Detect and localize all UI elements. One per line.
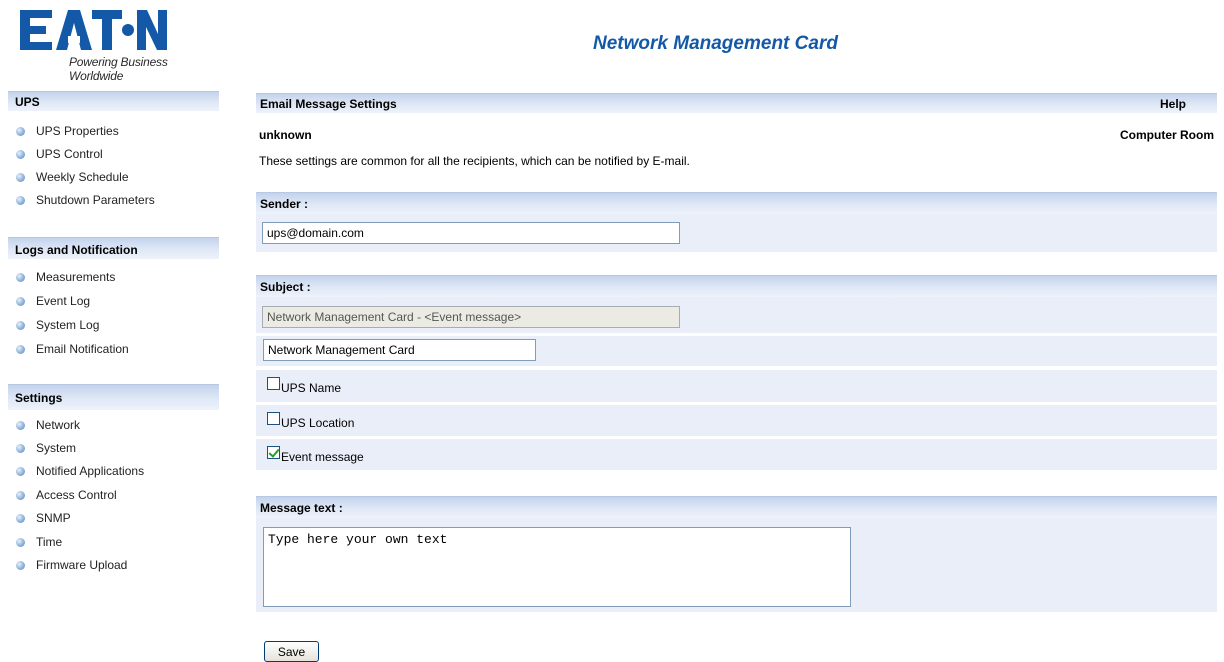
sidebar-item-label: System — [36, 441, 77, 455]
sidebar-item-firmware-upload[interactable]: Firmware Upload — [16, 556, 127, 574]
subject-preview-field — [262, 306, 680, 328]
sidebar-item-label: Weekly Schedule — [36, 170, 129, 184]
save-button[interactable]: Save — [264, 641, 319, 662]
sidebar-item-label: UPS Properties — [36, 124, 119, 138]
ups-name: unknown — [259, 128, 312, 142]
ups-location: Computer Room — [1120, 128, 1214, 142]
sidebar-item-label: Measurements — [36, 270, 116, 284]
subject-option-row — [256, 370, 1217, 402]
sidebar-item-email-notification[interactable]: Email Notification — [16, 340, 129, 358]
bullet-icon — [16, 321, 25, 330]
sidebar-item-measurements[interactable]: Measurements — [16, 268, 115, 286]
section-header: Email Message Settings Help — [256, 93, 1217, 113]
sidebar-section-settings: Settings — [8, 384, 219, 410]
ups-name-checkbox-label: UPS Name — [281, 381, 342, 395]
sidebar-item-label: Time — [36, 535, 63, 549]
message-textarea[interactable]: Type here your own text — [263, 527, 851, 607]
settings-description: These settings are common for all the re… — [259, 154, 690, 168]
sidebar-item-access-control[interactable]: Access Control — [16, 486, 117, 504]
eaton-wordmark-icon — [20, 10, 167, 50]
subject-option-row — [256, 439, 1217, 470]
sidebar-item-system-log[interactable]: System Log — [16, 316, 99, 334]
sidebar-item-label: Access Control — [36, 488, 117, 502]
sidebar-item-label: SNMP — [36, 511, 71, 525]
sidebar-item-ups-control[interactable]: UPS Control — [16, 145, 103, 163]
sidebar-item-label: Email Notification — [36, 342, 129, 356]
bullet-icon — [16, 173, 25, 182]
ups-location-checkbox-label: UPS Location — [281, 416, 355, 430]
ups-name-checkbox[interactable] — [267, 377, 280, 390]
sidebar-item-label: Event Log — [36, 294, 91, 308]
sidebar-item-system[interactable]: System — [16, 439, 76, 457]
bullet-icon — [16, 127, 25, 136]
bullet-icon — [16, 444, 25, 453]
sidebar-item-time[interactable]: Time — [16, 533, 62, 551]
event-message-checkbox[interactable] — [267, 446, 280, 459]
sidebar-section-ups: UPS — [8, 91, 219, 111]
help-link[interactable]: Help — [1160, 94, 1186, 114]
bullet-icon — [16, 538, 25, 547]
message-header: Message text : — [256, 496, 1217, 518]
bullet-icon — [16, 514, 25, 523]
subject-text-input[interactable] — [263, 339, 536, 361]
subject-header: Subject : — [256, 275, 1217, 297]
sidebar-item-snmp[interactable]: SNMP — [16, 509, 71, 527]
sidebar-item-label: Firmware Upload — [36, 558, 128, 572]
ups-location-checkbox[interactable] — [267, 412, 280, 425]
sidebar-item-shutdown-parameters[interactable]: Shutdown Parameters — [16, 191, 155, 209]
eaton-logo-mark — [18, 8, 168, 52]
sidebar-item-label: UPS Control — [36, 147, 103, 161]
sidebar-item-event-log[interactable]: Event Log — [16, 292, 90, 310]
bullet-icon — [16, 297, 25, 306]
bullet-icon — [16, 345, 25, 354]
eaton-logo: Powering Business Worldwide — [14, 6, 224, 83]
sidebar-section-logs: Logs and Notification — [8, 237, 219, 259]
bullet-icon — [16, 150, 25, 159]
page-title: Network Management Card — [593, 33, 838, 54]
brand-tagline: Powering Business Worldwide — [69, 55, 168, 83]
sidebar-item-weekly-schedule[interactable]: Weekly Schedule — [16, 168, 129, 186]
sidebar-item-notified-applications[interactable]: Notified Applications — [16, 462, 144, 480]
bullet-icon — [16, 273, 25, 282]
sidebar-item-label: Shutdown Parameters — [36, 193, 155, 207]
sidebar-item-network[interactable]: Network — [16, 416, 80, 434]
sidebar-item-label: Network — [36, 418, 81, 432]
bullet-icon — [16, 421, 25, 430]
sender-email-input[interactable] — [262, 222, 680, 244]
bullet-icon — [16, 467, 25, 476]
bullet-icon — [16, 196, 25, 205]
event-message-checkbox-label: Event message — [281, 450, 364, 464]
sidebar-item-ups-properties[interactable]: UPS Properties — [16, 122, 119, 140]
sender-header: Sender : — [256, 192, 1217, 214]
subject-option-row — [256, 405, 1217, 436]
sidebar-item-label: Notified Applications — [36, 464, 145, 478]
section-title: Email Message Settings — [260, 97, 397, 111]
sidebar-item-label: System Log — [36, 318, 100, 332]
bullet-icon — [16, 491, 25, 500]
bullet-icon — [16, 561, 25, 570]
